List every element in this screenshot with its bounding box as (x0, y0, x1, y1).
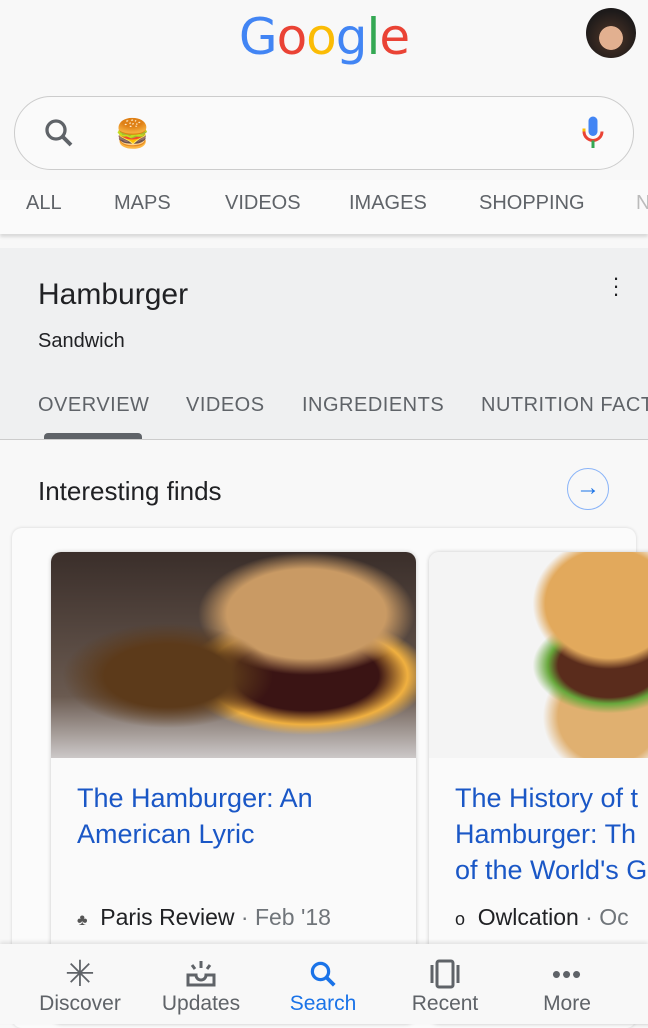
nav-more[interactable]: ••• More (507, 956, 627, 1016)
burger-image (429, 552, 648, 758)
knowledge-panel: Hamburger Sandwich · · · OVERVIEW VIDEOS I… (0, 248, 648, 440)
entity-subtitle: Sandwich (38, 330, 125, 352)
paris-review-logo-icon: ♣ (77, 912, 88, 929)
tab-images[interactable]: IMAGES (349, 192, 427, 215)
burger-image (51, 552, 416, 758)
active-tab-indicator (44, 433, 142, 439)
google-logo: Google (238, 8, 410, 66)
card-title[interactable]: The History of t Hamburger: Th of the Worl… (455, 780, 648, 888)
kp-tab-videos[interactable]: VIDEOS (186, 394, 265, 417)
bottom-nav: ✳ Discover Updates Search Recent ••• More (0, 944, 648, 1024)
kp-tab-nutrition-facts[interactable]: NUTRITION FACTS (481, 394, 648, 417)
tab-news[interactable]: N (636, 192, 648, 215)
card-source: o Owlcation · Oc (455, 904, 629, 930)
nav-discover[interactable]: ✳ Discover (20, 953, 140, 1016)
search-bar[interactable]: 🍔 (14, 96, 634, 170)
nav-updates[interactable]: Updates (141, 956, 261, 1016)
tab-maps[interactable]: MAPS (114, 192, 171, 215)
card-source: ♣ Paris Review · Feb '18 (77, 904, 331, 930)
kp-tab-overview[interactable]: OVERVIEW (38, 394, 149, 417)
tab-videos[interactable]: VIDEOS (225, 192, 301, 215)
tab-shopping[interactable]: SHOPPING (479, 192, 585, 215)
asterisk-icon: ✳ (64, 953, 96, 994)
nav-recent[interactable]: Recent (385, 956, 505, 1016)
updates-tray-icon (141, 956, 261, 992)
mic-icon[interactable] (581, 115, 605, 151)
section-title: Interesting finds (38, 476, 222, 506)
search-icon[interactable] (41, 115, 77, 151)
more-dots-icon: ••• (551, 958, 583, 989)
entity-title: Hamburger (38, 278, 189, 311)
nav-search[interactable]: Search (263, 956, 383, 1016)
arrow-right-icon[interactable]: → (567, 468, 609, 510)
kp-tab-ingredients[interactable]: INGREDIENTS (302, 394, 444, 417)
recent-cards-icon (385, 956, 505, 992)
search-tabs: ALL MAPS VIDEOS IMAGES SHOPPING N (0, 180, 648, 234)
search-query[interactable]: 🍔 (115, 117, 150, 150)
card-title[interactable]: The Hamburger: An American Lyric (77, 780, 416, 852)
more-options-icon[interactable]: · · · (612, 267, 620, 305)
owlcation-logo-icon: o (455, 909, 466, 929)
tab-all[interactable]: ALL (26, 192, 62, 215)
avatar[interactable] (586, 8, 636, 58)
search-icon (263, 956, 383, 992)
